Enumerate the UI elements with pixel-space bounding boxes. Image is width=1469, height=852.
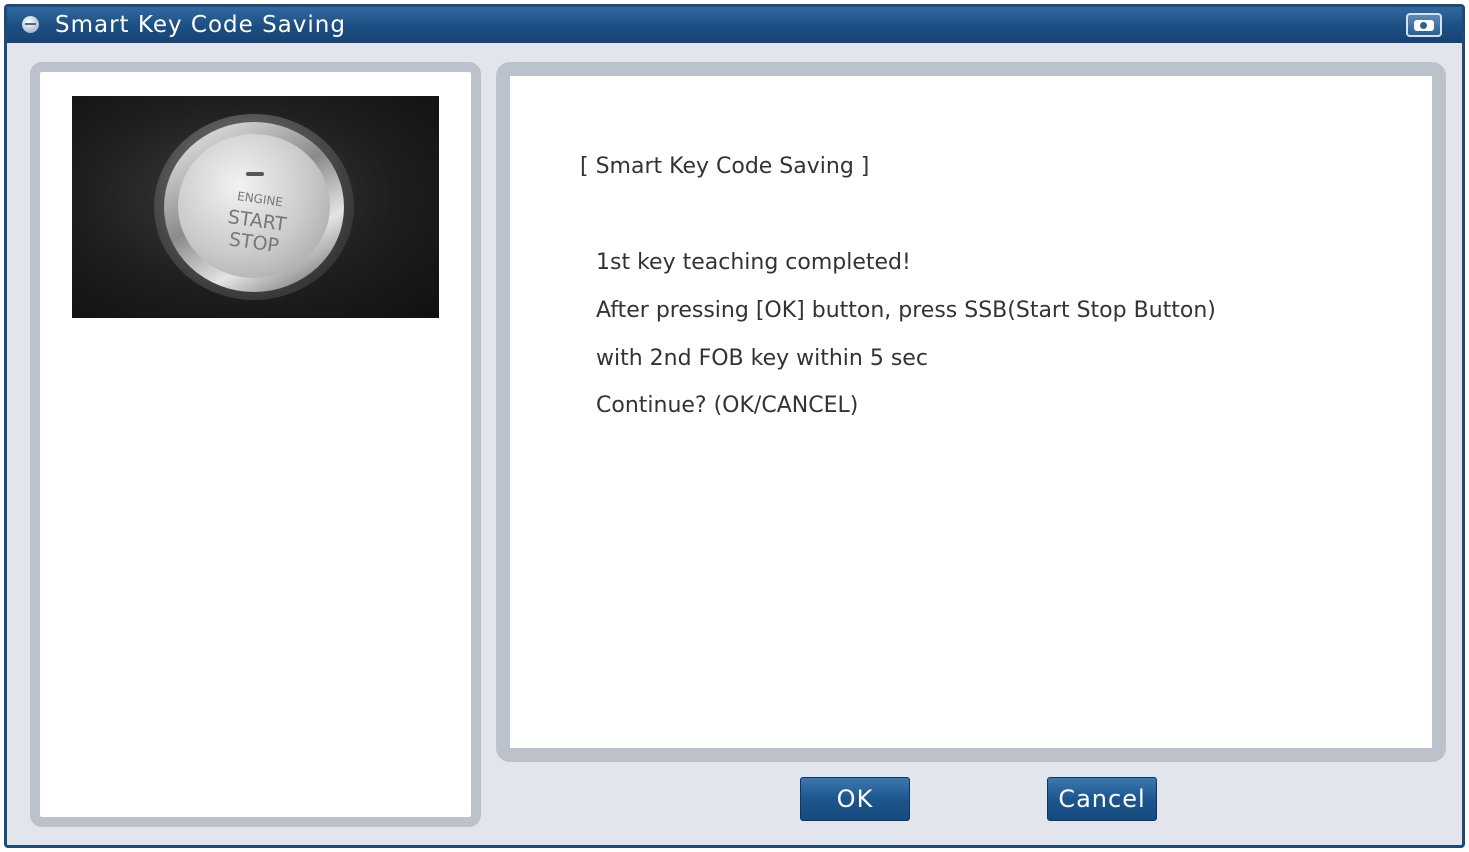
- message-line: 1st key teaching completed!: [596, 250, 911, 275]
- message-line: with 2nd FOB key within 5 sec: [596, 346, 928, 371]
- cancel-button[interactable]: Cancel: [1047, 777, 1157, 821]
- message-line: After pressing [OK] button, press SSB(St…: [596, 298, 1216, 323]
- message-panel: [ Smart Key Code Saving ] 1st key teachi…: [496, 62, 1446, 762]
- engine-start-stop-image: ENGINE START STOP: [72, 96, 439, 318]
- ok-button[interactable]: OK: [800, 777, 910, 821]
- app-icon: [22, 16, 39, 33]
- message-line: Continue? (OK/CANCEL): [596, 393, 859, 418]
- image-panel: ENGINE START STOP: [30, 62, 481, 827]
- smart-key-dialog: Smart Key Code Saving ENGINE START STOP …: [4, 4, 1465, 848]
- screenshot-button[interactable]: [1406, 13, 1442, 37]
- button-engraving: ENGINE START STOP: [208, 182, 306, 260]
- camera-lens: [1419, 21, 1428, 30]
- button-indicator: [246, 172, 264, 176]
- window-title: Smart Key Code Saving: [55, 12, 346, 38]
- title-bar: Smart Key Code Saving: [7, 7, 1462, 43]
- message-title: [ Smart Key Code Saving ]: [580, 154, 870, 179]
